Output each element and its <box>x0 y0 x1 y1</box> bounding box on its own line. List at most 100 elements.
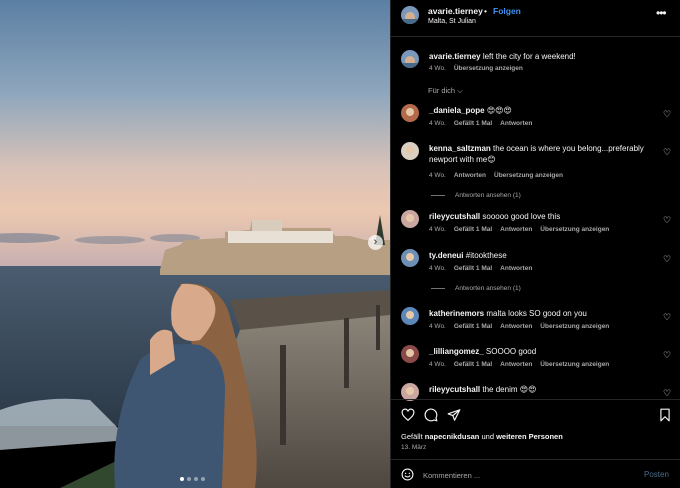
comment-body: SOOOO good <box>485 347 537 356</box>
caption-meta: 4 Wo. Übersetzung anzeigen <box>429 65 523 72</box>
reply-button[interactable]: Antworten <box>454 172 486 179</box>
caption-body: left the city for a weekend! <box>482 52 576 61</box>
comment-body: sooooo good love this <box>482 212 561 221</box>
comment-likes[interactable]: Gefällt 1 Mal <box>454 120 492 127</box>
comment-likes[interactable]: Gefällt 1 Mal <box>454 361 492 368</box>
comment-meta: 4 Wo. Gefällt 1 Mal Antworten <box>429 265 532 272</box>
view-replies-button[interactable]: Antworten ansehen (1) <box>431 285 521 292</box>
liked-by-user[interactable]: napecnikdusan <box>425 432 480 441</box>
comment-text: _lilliangomez_ SOOOO good <box>429 346 657 357</box>
share-icon[interactable] <box>447 408 461 422</box>
comment-username[interactable]: rileyycutshall <box>429 385 480 394</box>
comment-text: _daniela_pope 😍😍😍 <box>429 105 657 116</box>
comment-input[interactable] <box>423 467 623 483</box>
comment-username[interactable]: ty.deneui <box>429 251 464 260</box>
like-comment-icon[interactable]: ♡ <box>663 312 671 323</box>
comment-time: 4 Wo. <box>429 226 446 233</box>
caption-username[interactable]: avarie.tierney <box>429 52 481 61</box>
post-caption: avarie.tierney left the city for a weeke… <box>391 44 680 80</box>
reply-button[interactable]: Antworten <box>500 265 532 272</box>
carousel-dot <box>180 477 184 481</box>
view-replies-label: Antworten ansehen (1) <box>455 192 521 199</box>
avatar[interactable] <box>401 249 419 267</box>
photo-scene <box>0 0 390 488</box>
comment-body: #itookthese <box>465 251 507 260</box>
emoji-icon[interactable] <box>401 468 414 481</box>
comment-text: rileyycutshall sooooo good love this <box>429 211 657 222</box>
likes-summary: Gefällt napecnikdusan und weiteren Perso… <box>401 432 563 441</box>
translate-link[interactable]: Übersetzung anzeigen <box>540 361 609 368</box>
translate-link[interactable]: Übersetzung anzeigen <box>540 226 609 233</box>
likes-prefix: Gefällt <box>401 432 423 441</box>
avatar[interactable] <box>401 6 419 24</box>
comment-likes[interactable]: Gefällt 1 Mal <box>454 226 492 233</box>
carousel-dot <box>201 477 205 481</box>
comment-likes[interactable]: Gefällt 1 Mal <box>454 265 492 272</box>
more-options-icon[interactable]: ••• <box>656 6 667 20</box>
post-comment-button[interactable]: Posten <box>644 470 669 479</box>
caption-text: avarie.tierney left the city for a weeke… <box>429 51 657 62</box>
comment-text: ty.deneui #itookthese <box>429 250 657 261</box>
reply-button[interactable]: Antworten <box>500 120 532 127</box>
like-comment-icon[interactable]: ♡ <box>663 147 671 158</box>
comment-meta: 4 Wo. Gefällt 1 Mal Antworten <box>429 120 532 127</box>
avatar[interactable] <box>401 104 419 122</box>
comment-username[interactable]: katherinemors <box>429 309 484 318</box>
like-comment-icon[interactable]: ♡ <box>663 388 671 399</box>
avatar[interactable] <box>401 142 419 160</box>
comment-icon[interactable] <box>424 408 438 422</box>
comment-time: 4 Wo. <box>429 323 446 330</box>
divider <box>431 195 445 196</box>
post-actions: Gefällt napecnikdusan und weiteren Perso… <box>391 399 680 487</box>
comment-meta: 4 Wo. Gefällt 1 Mal Antworten Übersetzung a… <box>429 226 609 233</box>
comment-time: 4 Wo. <box>429 172 446 179</box>
translate-link[interactable]: Übersetzung anzeigen <box>494 172 563 179</box>
comment-text: katherinemors malta looks SO good on you <box>429 308 657 319</box>
divider <box>431 288 445 289</box>
comment-likes[interactable]: Gefällt 1 Mal <box>454 323 492 330</box>
post-author-username[interactable]: avarie.tierney <box>428 6 483 16</box>
comment-time: 4 Wo. <box>429 120 446 127</box>
liked-by-others[interactable]: weiteren Personen <box>496 432 563 441</box>
like-comment-icon[interactable]: ♡ <box>663 350 671 361</box>
carousel-dot <box>187 477 191 481</box>
reply-button[interactable]: Antworten <box>500 226 532 233</box>
separator: • <box>484 6 487 16</box>
comment-meta: 4 Wo. Antworten Übersetzung anzeigen <box>429 172 563 179</box>
comment-body: malta looks SO good on you <box>486 309 587 318</box>
caption-time: 4 Wo. <box>429 65 446 72</box>
avatar[interactable] <box>401 345 419 363</box>
translate-link[interactable]: Übersetzung anzeigen <box>540 323 609 330</box>
chevron-right-icon: › <box>373 235 378 248</box>
bookmark-icon[interactable] <box>658 408 672 422</box>
view-replies-label: Antworten ansehen (1) <box>455 285 521 292</box>
view-replies-button[interactable]: Antworten ansehen (1) <box>431 192 521 199</box>
reply-button[interactable]: Antworten <box>500 323 532 330</box>
comment-meta: 4 Wo. Gefällt 1 Mal Antworten Übersetzung a… <box>429 323 609 330</box>
likes-mid: und <box>481 432 494 441</box>
comment-bar: Posten <box>391 459 680 488</box>
post-photo[interactable]: › <box>0 0 390 488</box>
heart-icon[interactable] <box>401 408 415 422</box>
post-header: avarie.tierney • Folgen Malta, St Julian… <box>391 0 680 37</box>
follow-button[interactable]: Folgen <box>493 6 521 16</box>
comment-text: kenna_saltzman the ocean is where you be… <box>429 143 657 165</box>
translate-link[interactable]: Übersetzung anzeigen <box>454 65 523 72</box>
avatar[interactable] <box>401 307 419 325</box>
comment-time: 4 Wo. <box>429 361 446 368</box>
comment-username[interactable]: _daniela_pope <box>429 106 485 115</box>
comment-sort-dropdown[interactable]: Für dich ⌵ <box>428 86 463 96</box>
avatar[interactable] <box>401 210 419 228</box>
like-comment-icon[interactable]: ♡ <box>663 254 671 265</box>
comment-time: 4 Wo. <box>429 265 446 272</box>
avatar[interactable] <box>401 50 419 68</box>
comment-username[interactable]: _lilliangomez_ <box>429 347 484 356</box>
like-comment-icon[interactable]: ♡ <box>663 215 671 226</box>
comment-username[interactable]: rileyycutshall <box>429 212 480 221</box>
comment-username[interactable]: kenna_saltzman <box>429 144 491 153</box>
like-comment-icon[interactable]: ♡ <box>663 109 671 120</box>
reply-button[interactable]: Antworten <box>500 361 532 368</box>
location-link[interactable]: Malta, St Julian <box>428 18 476 25</box>
next-slide-button[interactable]: › <box>368 235 383 250</box>
comment-body: 😍😍😍 <box>486 106 512 115</box>
